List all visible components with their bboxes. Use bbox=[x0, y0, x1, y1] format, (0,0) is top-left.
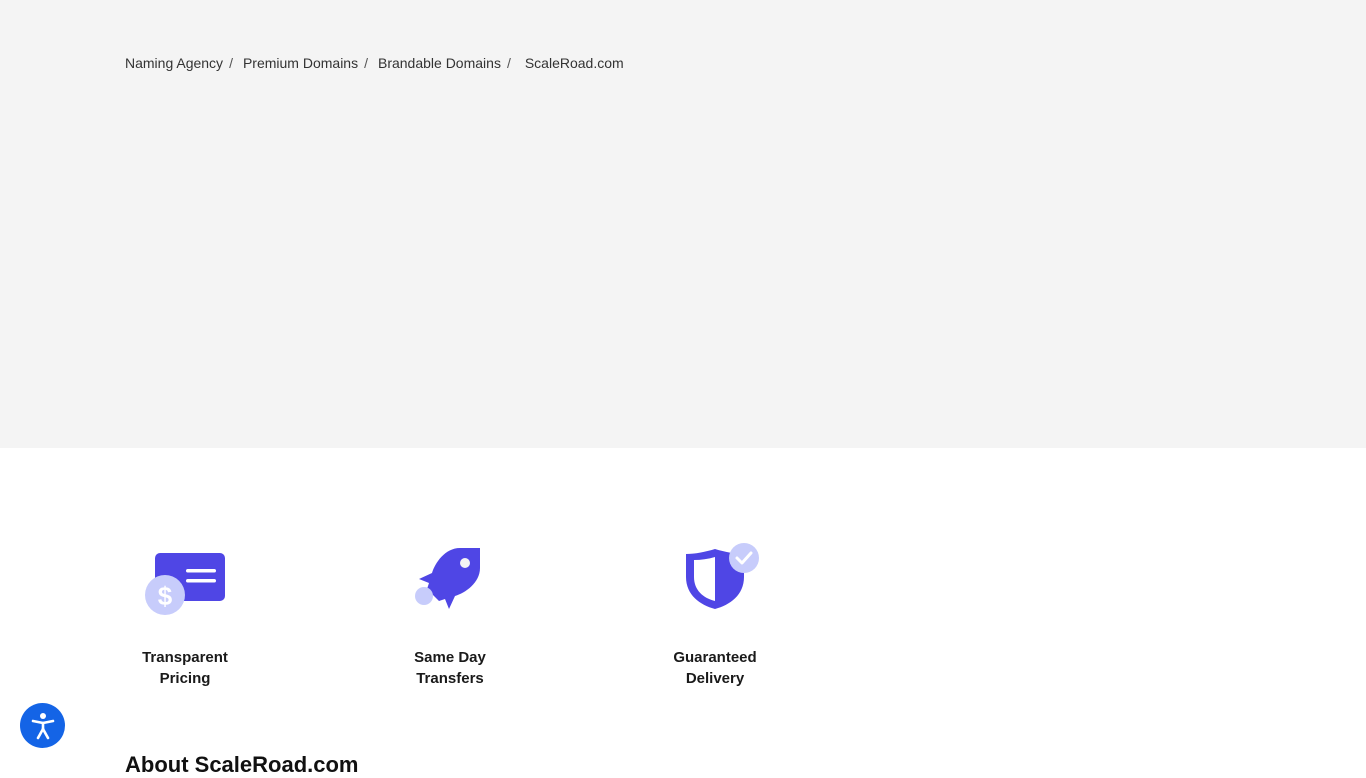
breadcrumb-current-page: ScaleRoad.com bbox=[524, 55, 624, 71]
feature-label: Same Day Transfers bbox=[414, 649, 486, 687]
breadcrumb-separator: / bbox=[364, 55, 368, 71]
feature-guaranteed-delivery: Guaranteed Delivery bbox=[635, 543, 795, 689]
feature-label: Transparent Pricing bbox=[142, 649, 228, 687]
accessibility-icon bbox=[31, 712, 54, 739]
hero-section: Naming Agency / Premium Domains / Branda… bbox=[0, 0, 1366, 448]
breadcrumb-link-brandable-domains[interactable]: Brandable Domains bbox=[378, 55, 501, 71]
about-heading: About ScaleRoad.com bbox=[125, 752, 359, 777]
breadcrumb-separator: / bbox=[229, 55, 233, 71]
features-section: $ Transparent Pricing Same Day Transfers bbox=[0, 448, 1366, 768]
accessibility-button[interactable] bbox=[20, 703, 65, 748]
breadcrumb-link-premium-domains[interactable]: Premium Domains bbox=[243, 55, 358, 71]
breadcrumb-link-naming-agency[interactable]: Naming Agency bbox=[125, 55, 223, 71]
svg-text:$: $ bbox=[158, 581, 173, 611]
breadcrumb: Naming Agency / Premium Domains / Branda… bbox=[125, 55, 624, 71]
rocket-icon bbox=[405, 543, 495, 623]
feature-same-day-transfers: Same Day Transfers bbox=[370, 543, 530, 689]
shield-check-icon bbox=[670, 543, 760, 623]
feature-transparent-pricing: $ Transparent Pricing bbox=[105, 543, 265, 689]
feature-label: Guaranteed Delivery bbox=[673, 649, 757, 687]
pricing-icon: $ bbox=[140, 543, 230, 623]
breadcrumb-separator: / bbox=[506, 55, 511, 71]
